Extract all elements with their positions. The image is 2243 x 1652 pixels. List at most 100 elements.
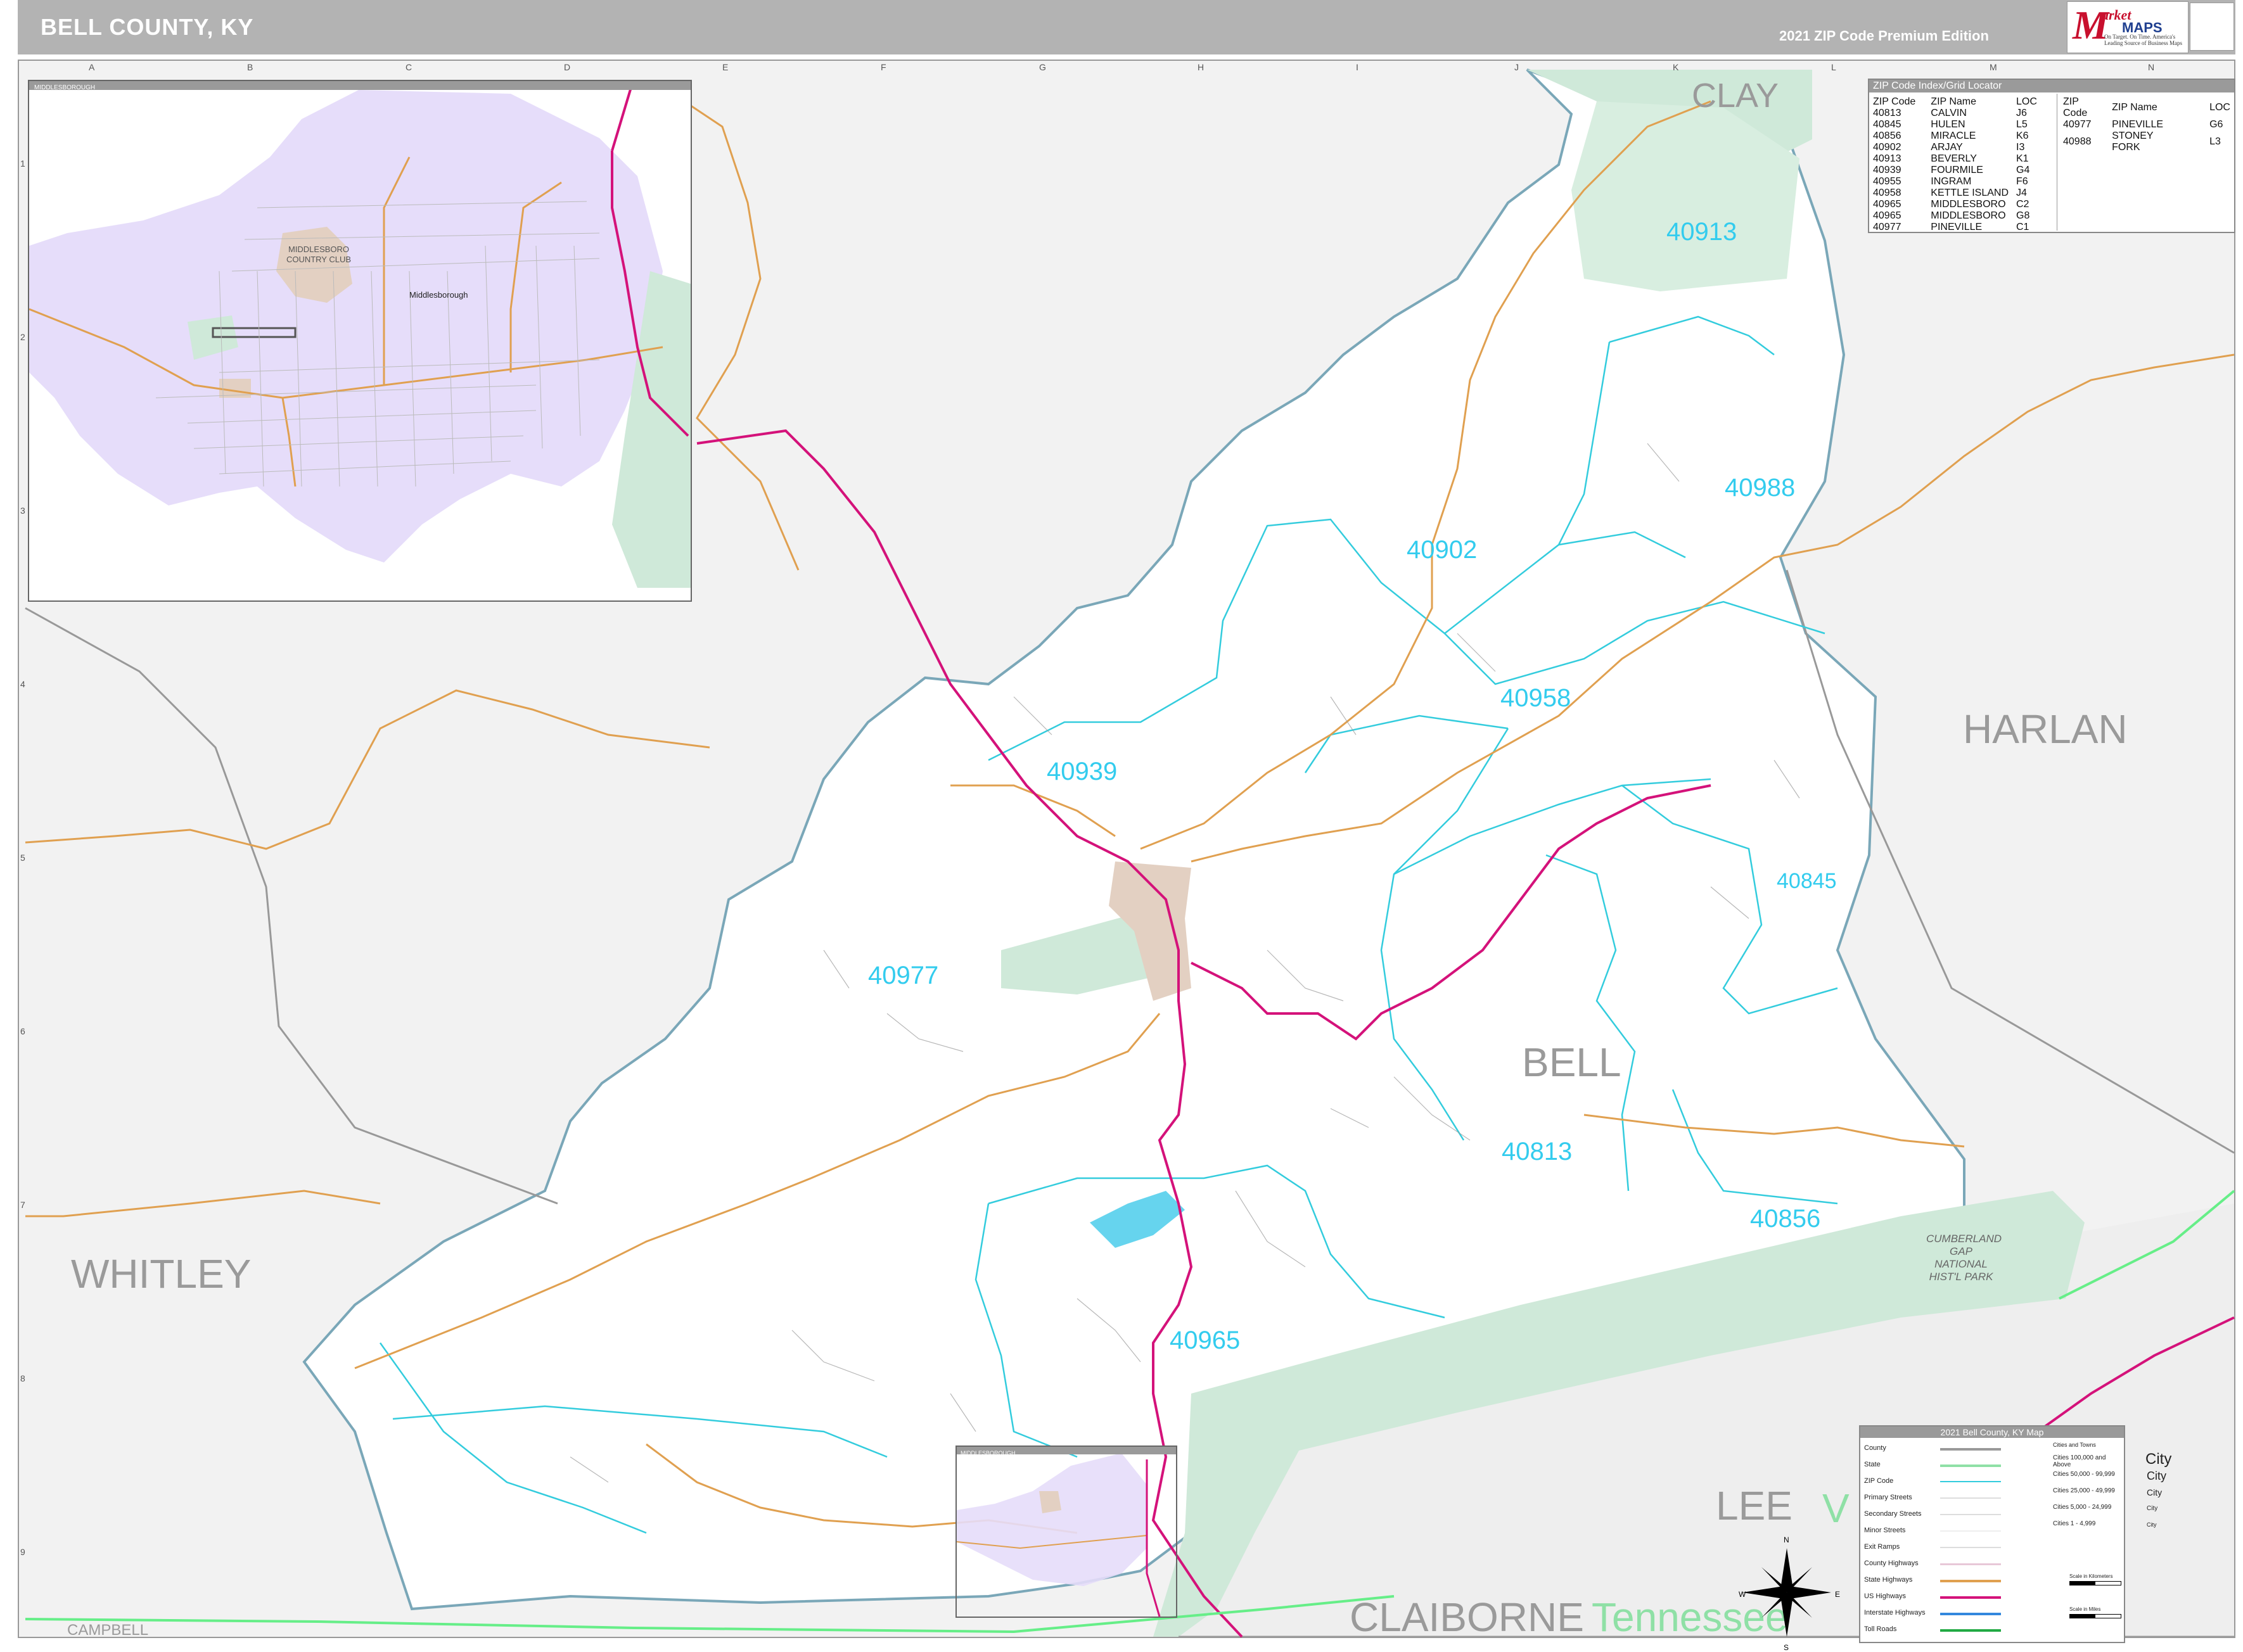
legend-scale-mi-bar: [2069, 1614, 2121, 1618]
grid-col-h: H: [1198, 62, 1205, 72]
legend-swatch-zip: [1940, 1481, 2001, 1482]
grid-col-c: C: [406, 62, 412, 72]
legend-item-toll: Toll Roads: [1864, 1625, 1897, 1633]
zip-code: 40977: [2063, 119, 2092, 130]
zip-index-right: ZIP Code ZIP Name LOC 40977 PINEVILLE G6 4…: [2059, 96, 2234, 153]
zip-name: ARJAY: [1931, 142, 1963, 153]
inset-header-label: MIDDLESBOROUGH: [34, 84, 96, 91]
zip-code: 40845: [1873, 119, 1901, 130]
legend-city-range-3: Cities 25,000 - 49,999: [2053, 1487, 2115, 1494]
zip-loc: J6: [2016, 108, 2027, 118]
zip-label-40813: 40813: [1502, 1138, 1573, 1166]
grid-row-4: 4: [20, 679, 25, 689]
zip-code: 40965: [1873, 199, 1901, 210]
zip-loc: J4: [2016, 187, 2027, 198]
zip-index-col-name: ZIP Name: [1931, 96, 1977, 107]
grid-col-e: E: [722, 62, 729, 72]
zip-loc: L5: [2016, 119, 2028, 130]
inset-country-club-label: MIDDLESBORO COUNTRY CLUB: [286, 245, 352, 264]
legend-swatch-state-hwy: [1940, 1580, 2001, 1582]
zip-loc: G4: [2016, 165, 2030, 175]
compass-w: W: [1739, 1590, 1746, 1599]
legend-cities-header: Cities and Towns: [2053, 1442, 2096, 1448]
zip-name: CALVIN: [1931, 108, 1967, 118]
legend-item-primary: Primary Streets: [1864, 1494, 1912, 1501]
grid-col-d: D: [564, 62, 571, 72]
zip-loc: I3: [2016, 142, 2025, 153]
zip-index-row: 40902 ARJAY I3: [1869, 142, 2041, 153]
zip-name: KETTLE ISLAND: [1931, 187, 2009, 198]
legend-city-range-1: Cities 100,000 and Above: [2053, 1454, 2106, 1468]
legend-scale-km-bar: [2069, 1581, 2121, 1585]
legend-item-county: County: [1864, 1444, 1886, 1452]
small-inset-drawing: [956, 1453, 1161, 1617]
legend-item-state: State: [1864, 1461, 1881, 1468]
county-label-clay: CLAY: [1692, 77, 1779, 115]
legend-city-range-4: Cities 5,000 - 24,999: [2053, 1504, 2112, 1511]
zip-code: 40939: [1873, 165, 1901, 175]
zip-index-row: 40958 KETTLE ISLAND J4: [1869, 187, 2041, 199]
zip-index-row: 40939 FOURMILE G4: [1869, 165, 2041, 176]
county-label-claiborne: CLAIBORNE: [1350, 1594, 1584, 1640]
legend-city-label-4: City: [2147, 1505, 2158, 1512]
compass-e: E: [1835, 1590, 1841, 1599]
legend-swatch-ramps: [1940, 1547, 2001, 1548]
zip-label-40977: 40977: [868, 962, 939, 989]
zip-loc: L3: [2209, 136, 2221, 147]
zip-index-left: ZIP Code ZIP Name LOC 40813 CALVIN J6 4084…: [1869, 96, 2041, 233]
legend-scale-km: Scale in Kilometers: [2069, 1573, 2113, 1579]
legend-item-minor: Minor Streets: [1864, 1527, 1906, 1534]
zip-index-col-loc-2: LOC: [2209, 102, 2230, 113]
zip-index-col-name-2: ZIP Name: [2112, 102, 2157, 113]
legend-city-range-2: Cities 50,000 - 99,999: [2053, 1471, 2115, 1478]
grid-col-i: I: [1356, 62, 1358, 72]
compass-n: N: [1784, 1535, 1789, 1544]
zip-loc: K1: [2016, 153, 2029, 164]
zip-name: PINEVILLE: [2112, 119, 2164, 130]
grid-row-3: 3: [20, 505, 25, 516]
grid-col-f: F: [881, 62, 886, 72]
legend-title: 2021 Bell County, KY Map: [1860, 1426, 2124, 1438]
grid-col-a: A: [89, 62, 95, 72]
grid-col-n: N: [2148, 62, 2155, 72]
county-label-campbell: CAMPBELL: [67, 1622, 149, 1639]
grid-col-g: G: [1039, 62, 1046, 72]
zip-index-row: 40856 MIRACLE K6: [1869, 130, 2041, 142]
legend-city-range-5: Cities 1 - 4,999: [2053, 1520, 2096, 1527]
compass-s: S: [1784, 1643, 1789, 1652]
zip-index-row: 40977 PINEVILLE G6: [2059, 119, 2234, 130]
zip-index-row: 40955 INGRAM F6: [1869, 176, 2041, 187]
grid-row-5: 5: [20, 853, 25, 863]
zip-code: 40977: [1873, 222, 1901, 232]
legend-item-ramps: Exit Ramps: [1864, 1543, 1900, 1551]
zip-index-table: ZIP Code Index/Grid Locator ZIP Code ZIP…: [1868, 79, 2235, 233]
inset-map-middlesborough: MIDDLESBOROUGH MIDDLESBORO COUNTRY CLUB …: [28, 80, 692, 602]
grid-col-k: K: [1673, 62, 1679, 72]
zip-name: BEVERLY: [1931, 153, 1977, 164]
grid-col-m: M: [1990, 62, 1997, 72]
zip-name: MIDDLESBORO: [1931, 199, 2006, 210]
zip-name: HULEN: [1931, 119, 1965, 130]
grid-row-2: 2: [20, 332, 25, 342]
state-label-virginia: V: [1822, 1485, 1850, 1531]
legend-item-state-hwy: State Highways: [1864, 1576, 1913, 1584]
legend-swatch-toll: [1940, 1629, 2001, 1632]
zip-index-row: 40988 STONEY FORK L3: [2059, 130, 2234, 153]
legend-item-secondary: Secondary Streets: [1864, 1510, 1922, 1518]
zip-label-40965: 40965: [1170, 1326, 1241, 1354]
legend-item-interstate: Interstate Highways: [1864, 1609, 1926, 1617]
legend-swatch-county: [1940, 1448, 2001, 1451]
grid-col-j: J: [1514, 62, 1519, 72]
zip-name: INGRAM: [1931, 176, 1972, 187]
small-inset-header: MIDDLESBOROUGH: [957, 1447, 1176, 1456]
zip-index-row: 40965 MIDDLESBORO C2: [1869, 199, 2041, 210]
zip-name: PINEVILLE: [1931, 222, 1983, 232]
zip-index-row: 40913 BEVERLY K1: [1869, 153, 2041, 165]
county-label-bell: BELL: [1522, 1039, 1621, 1085]
zip-loc: K6: [2016, 130, 2029, 141]
park-label: CUMBERLAND GAP NATIONAL HIST'L PARK: [1926, 1233, 2002, 1283]
zip-code: 40965: [1873, 210, 1901, 221]
grid-col-b: B: [247, 62, 253, 72]
inset-drawing: [29, 87, 691, 588]
grid-row-1: 1: [20, 158, 25, 168]
